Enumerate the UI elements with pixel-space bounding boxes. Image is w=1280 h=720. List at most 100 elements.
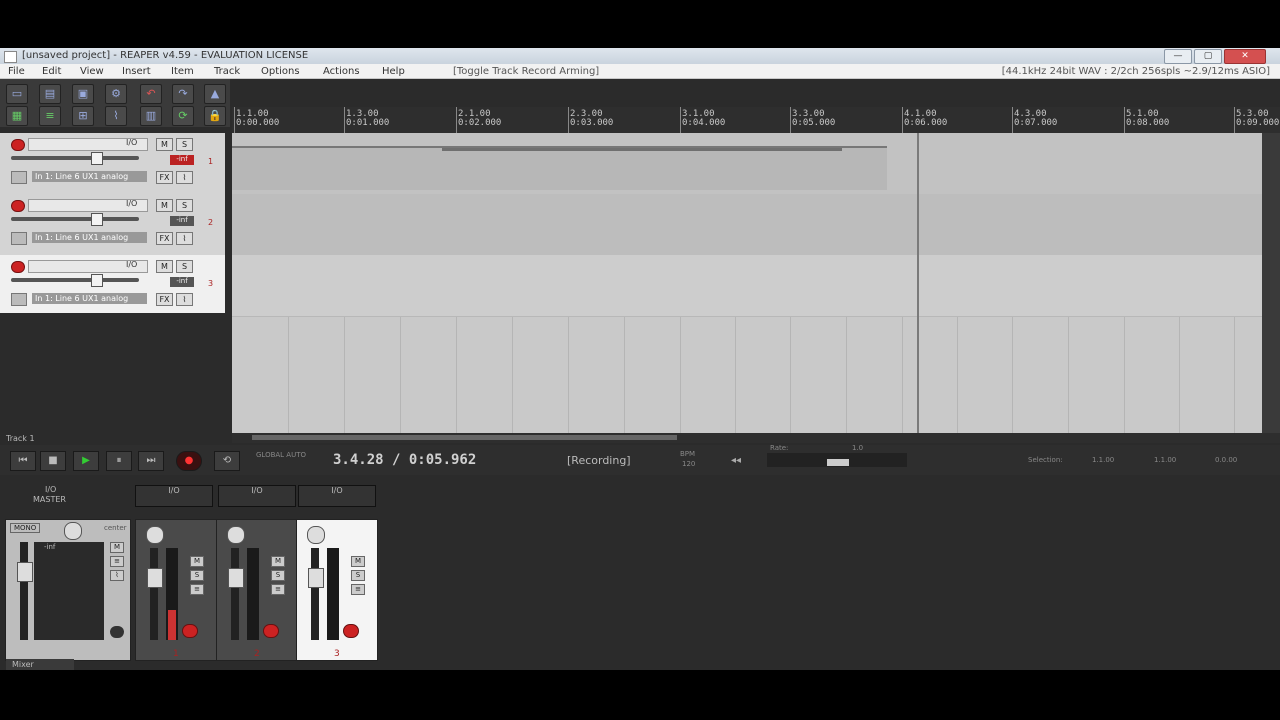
record-monitor-icon[interactable] (11, 232, 27, 245)
mute-button[interactable]: M (156, 138, 173, 151)
recording-media-item[interactable] (232, 146, 887, 190)
open-project-icon[interactable]: ▤ (39, 84, 61, 104)
io-button[interactable]: I/O (126, 199, 137, 208)
pause-icon[interactable]: ⏸ (106, 451, 132, 471)
track-3-header[interactable]: I/O M S -inf In 1: Line 6 UX1 analog FX … (0, 255, 225, 317)
master-fx-button[interactable]: ≡ (110, 556, 124, 567)
vertical-scrollbar[interactable] (1262, 133, 1280, 433)
menu-view[interactable]: View (80, 66, 104, 77)
record-icon[interactable]: ● (176, 451, 202, 471)
fx-button[interactable]: FX (156, 293, 173, 306)
record-arm-button[interactable] (182, 624, 198, 638)
selection-end[interactable]: 1.1.00 (1154, 456, 1176, 464)
channel-fader[interactable] (147, 568, 163, 588)
record-arm-button[interactable] (11, 200, 25, 212)
record-input-select[interactable]: In 1: Line 6 UX1 analog (32, 293, 147, 304)
project-settings-icon[interactable]: ⚙ (105, 84, 127, 104)
envelope-button[interactable]: ⌇ (176, 171, 193, 184)
mixer-tab[interactable]: Mixer (6, 659, 74, 670)
scroll-thumb[interactable] (252, 435, 677, 440)
envelope-button[interactable]: ⌇ (176, 232, 193, 245)
record-arm-button[interactable] (343, 624, 359, 638)
arrange-view[interactable] (232, 133, 1262, 433)
track-panel-empty-area[interactable] (0, 313, 225, 437)
menu-actions[interactable]: Actions (323, 66, 360, 77)
record-input-select[interactable]: In 1: Line 6 UX1 analog (32, 171, 147, 182)
record-monitor-icon[interactable] (11, 171, 27, 184)
mute-button[interactable]: M (190, 556, 204, 567)
undo-icon[interactable]: ↶ (140, 84, 162, 104)
solo-button[interactable]: S (351, 570, 365, 581)
save-project-icon[interactable]: ▣ (72, 84, 94, 104)
go-to-end-icon[interactable]: ⏭ (138, 451, 164, 471)
mute-button[interactable]: M (271, 556, 285, 567)
selection-start[interactable]: 1.1.00 (1092, 456, 1114, 464)
minimize-button[interactable]: — (1164, 49, 1192, 64)
pan-knob[interactable] (307, 526, 325, 544)
mute-button[interactable]: M (351, 556, 365, 567)
play-icon[interactable]: ▶ (73, 451, 99, 471)
playrate-slider[interactable] (767, 453, 907, 467)
track-lane[interactable] (232, 194, 1262, 256)
fx-button[interactable]: FX (156, 232, 173, 245)
solo-button[interactable]: S (176, 138, 193, 151)
item-grouping-icon[interactable]: ⊞ (72, 106, 94, 126)
playrate-knob[interactable] (827, 459, 849, 466)
menu-file[interactable]: File (8, 66, 25, 77)
pan-knob[interactable] (146, 526, 164, 544)
menu-insert[interactable]: Insert (122, 66, 151, 77)
master-io[interactable]: I/O (45, 485, 56, 494)
snap-icon[interactable]: ▥ (140, 106, 162, 126)
menu-item[interactable]: Item (171, 66, 194, 77)
maximize-button[interactable]: ▢ (1194, 49, 1222, 64)
io-button[interactable]: I/O (126, 138, 137, 147)
grid-icon[interactable]: ▦ (6, 106, 28, 126)
stop-icon[interactable]: ■ (40, 451, 66, 471)
selection-length[interactable]: 0.0.00 (1215, 456, 1237, 464)
volume-knob[interactable] (91, 274, 103, 287)
fx-button[interactable]: FX (156, 171, 173, 184)
solo-button[interactable]: S (271, 570, 285, 581)
ripple-edit-icon[interactable]: ≡ (39, 106, 61, 126)
record-input-select[interactable]: In 1: Line 6 UX1 analog (32, 232, 147, 243)
crossfade-icon[interactable]: ⟳ (172, 106, 194, 126)
menu-help[interactable]: Help (382, 66, 405, 77)
horizontal-scrollbar[interactable] (232, 433, 1280, 443)
repeat-icon[interactable]: ⟲ (214, 451, 240, 471)
envelope-lock-icon[interactable]: ⌇ (105, 106, 127, 126)
volume-slider[interactable] (11, 274, 139, 287)
new-project-icon[interactable]: ▭ (6, 84, 28, 104)
fader-track[interactable] (228, 548, 244, 640)
master-fader-track[interactable] (17, 542, 33, 640)
go-to-start-icon[interactable]: ⏮ (10, 451, 36, 471)
solo-button[interactable]: S (190, 570, 204, 581)
lock-icon[interactable]: 🔒 (204, 106, 226, 126)
master-fader[interactable] (17, 562, 33, 582)
redo-icon[interactable]: ↷ (172, 84, 194, 104)
time-display[interactable]: 3.4.28 / 0:05.962 (333, 452, 476, 468)
timeline-ruler[interactable]: 1.1.00 0:00.000 1.3.00 0:01.000 2.1.00 0:02… (232, 107, 1280, 133)
menu-edit[interactable]: Edit (42, 66, 61, 77)
bpm-value[interactable]: 120 (682, 460, 695, 468)
tap-tempo-icon[interactable]: ◂◂ (731, 455, 741, 466)
menu-track[interactable]: Track (214, 66, 240, 77)
volume-knob[interactable] (91, 213, 103, 226)
solo-button[interactable]: S (176, 199, 193, 212)
pan-knob[interactable] (227, 526, 245, 544)
volume-slider[interactable] (11, 213, 139, 226)
track-1-header[interactable]: I/O M S -inf In 1: Line 6 UX1 analog FX … (0, 133, 225, 195)
global-auto-button[interactable]: GLOBAL AUTO (256, 451, 306, 459)
mono-button[interactable]: MONO (10, 523, 41, 533)
mute-button[interactable]: M (156, 260, 173, 273)
envelope-button[interactable]: ⌇ (176, 293, 193, 306)
master-mute-button[interactable]: M (110, 542, 124, 553)
fader-track[interactable] (308, 548, 324, 640)
channel-fader[interactable] (228, 568, 244, 588)
record-arm-button[interactable] (11, 139, 25, 151)
fx-button[interactable]: ≡ (271, 584, 285, 595)
master-env-button[interactable]: ⌇ (110, 570, 124, 581)
fx-button[interactable]: ≡ (190, 584, 204, 595)
menu-options[interactable]: Options (261, 66, 300, 77)
metronome-icon[interactable]: ▲ (204, 84, 226, 104)
io-button[interactable]: I/O (126, 260, 137, 269)
